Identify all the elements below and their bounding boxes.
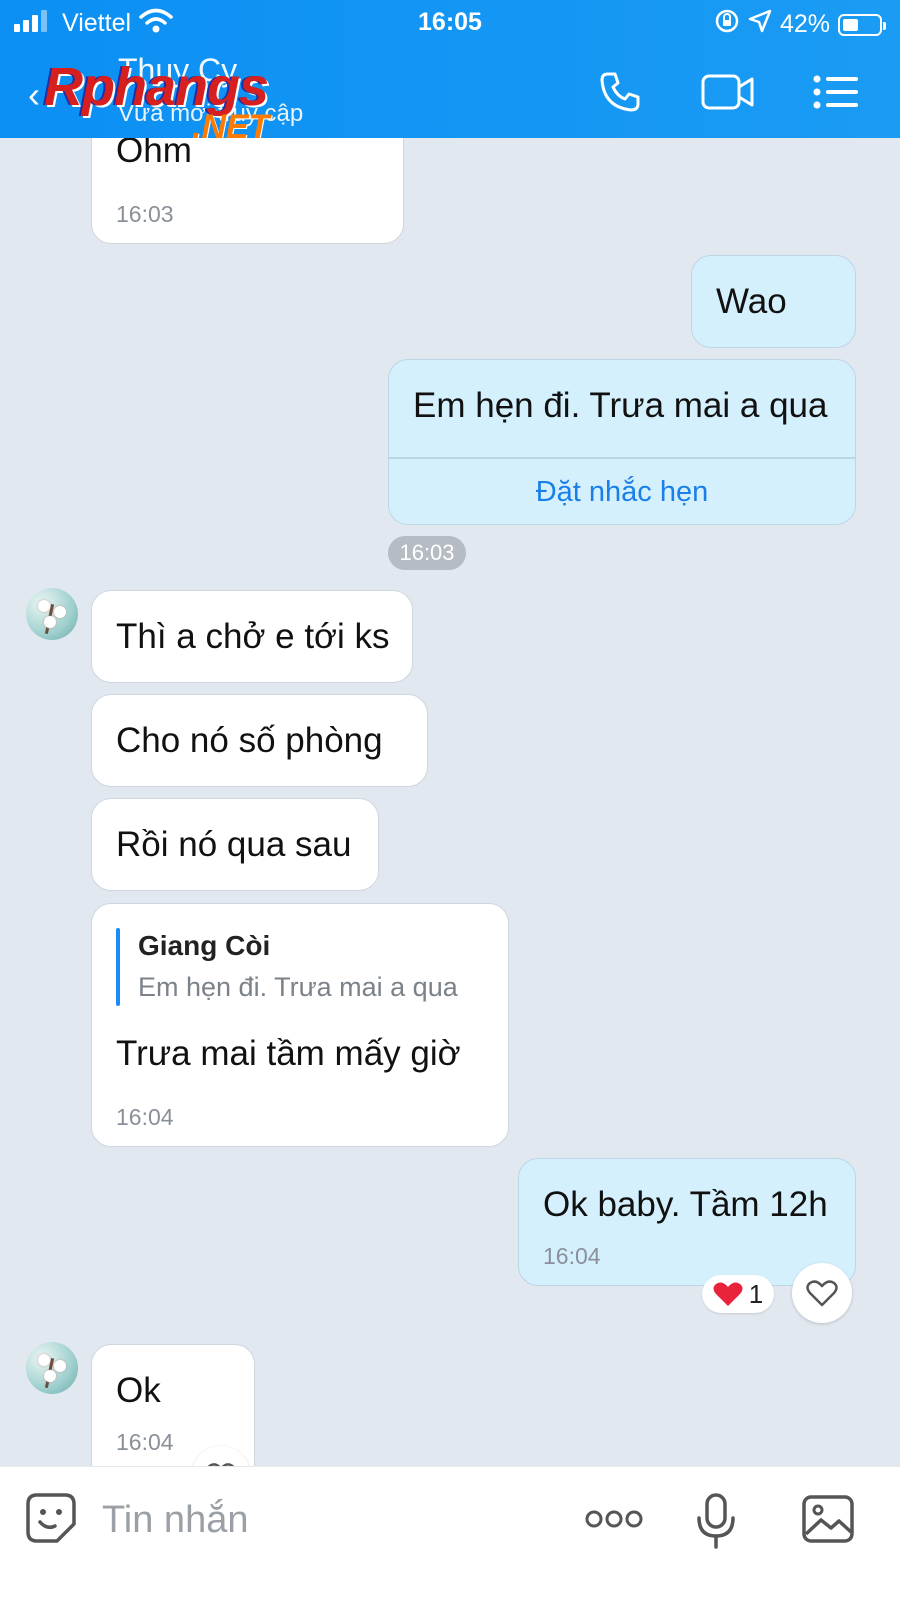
watermark-net: .NET [192, 108, 270, 146]
phone-call-button[interactable] [592, 66, 648, 122]
send-image-button[interactable] [800, 1491, 856, 1547]
react-button[interactable] [792, 1263, 852, 1323]
message-text: Ok baby. Tầm 12h [543, 1185, 828, 1224]
message-time: 16:04 [116, 1104, 174, 1130]
heart-reaction-icon [713, 1281, 743, 1307]
back-icon[interactable]: ‹ [28, 74, 40, 116]
rotation-lock-icon [714, 8, 740, 41]
reaction-count: 1 [748, 1278, 764, 1309]
message-bubble-outgoing[interactable]: Em hẹn đi. Trưa mai a qua Đặt nhắc hẹn [388, 359, 856, 525]
message-text: Thì a chở e tới ks [116, 617, 390, 656]
message-text: Ok [116, 1371, 161, 1410]
heart-outline-icon [806, 1279, 838, 1307]
message-bubble-incoming[interactable]: Cho nó số phòng [91, 694, 428, 787]
sticker-icon [25, 1492, 77, 1544]
chat-header: Viettel 16:05 42% ‹ Thuy Cy Vừa mới truy… [0, 0, 900, 146]
chat-nav-bar: ‹ Thuy Cy Vừa mới truy cập Rphangs .NET [0, 46, 900, 146]
battery-icon [838, 13, 886, 36]
sticker-button[interactable] [24, 1491, 78, 1545]
microphone-icon [696, 1492, 736, 1550]
message-input-bar [0, 1466, 900, 1601]
reaction-badge[interactable]: 1 [702, 1275, 774, 1313]
quote-bar [116, 928, 120, 1006]
message-time: 16:03 [116, 201, 174, 227]
message-bubble-incoming[interactable]: Thì a chở e tới ks [91, 590, 413, 683]
quoted-text: Em hẹn đi. Trưa mai a qua [138, 972, 458, 1002]
message-bubble-reply[interactable]: Giang Còi Em hẹn đi. Trưa mai a qua Trưa… [91, 903, 509, 1147]
status-bar: Viettel 16:05 42% [0, 0, 900, 46]
message-input[interactable] [100, 1491, 544, 1549]
divider [389, 457, 855, 459]
message-text: Trưa mai tầm mấy giờ [116, 1034, 461, 1073]
message-text: Em hẹn đi. Trưa mai a qua [413, 386, 828, 425]
voice-message-button[interactable] [692, 1491, 740, 1551]
location-icon [748, 9, 772, 40]
message-text: Cho nó số phòng [116, 721, 383, 760]
message-text: Rồi nó qua sau [116, 825, 352, 864]
more-options-button[interactable] [584, 1497, 644, 1541]
contact-avatar[interactable] [26, 588, 78, 640]
message-bubble-outgoing[interactable]: Wao [691, 255, 856, 348]
phone-icon [598, 70, 642, 119]
message-time: 16:04 [543, 1243, 601, 1269]
quoted-sender: Giang Còi [138, 930, 271, 961]
video-call-button[interactable] [700, 66, 756, 122]
contact-avatar[interactable] [26, 1342, 78, 1394]
message-time: 16:04 [116, 1429, 174, 1455]
message-bubble-incoming[interactable]: Rồi nó qua sau [91, 798, 379, 891]
menu-list-icon [813, 74, 859, 115]
battery-percent: 42% [779, 10, 830, 38]
time-separator: 16:03 [388, 536, 466, 570]
message-text: Wao [716, 282, 787, 321]
watermark-logo: Rphangs .NET [44, 56, 269, 146]
video-call-icon [701, 72, 755, 117]
more-icon [585, 1509, 643, 1529]
chat-options-button[interactable] [808, 66, 864, 122]
set-reminder-link[interactable]: Đặt nhắc hẹn [389, 476, 855, 509]
image-icon [801, 1494, 855, 1544]
